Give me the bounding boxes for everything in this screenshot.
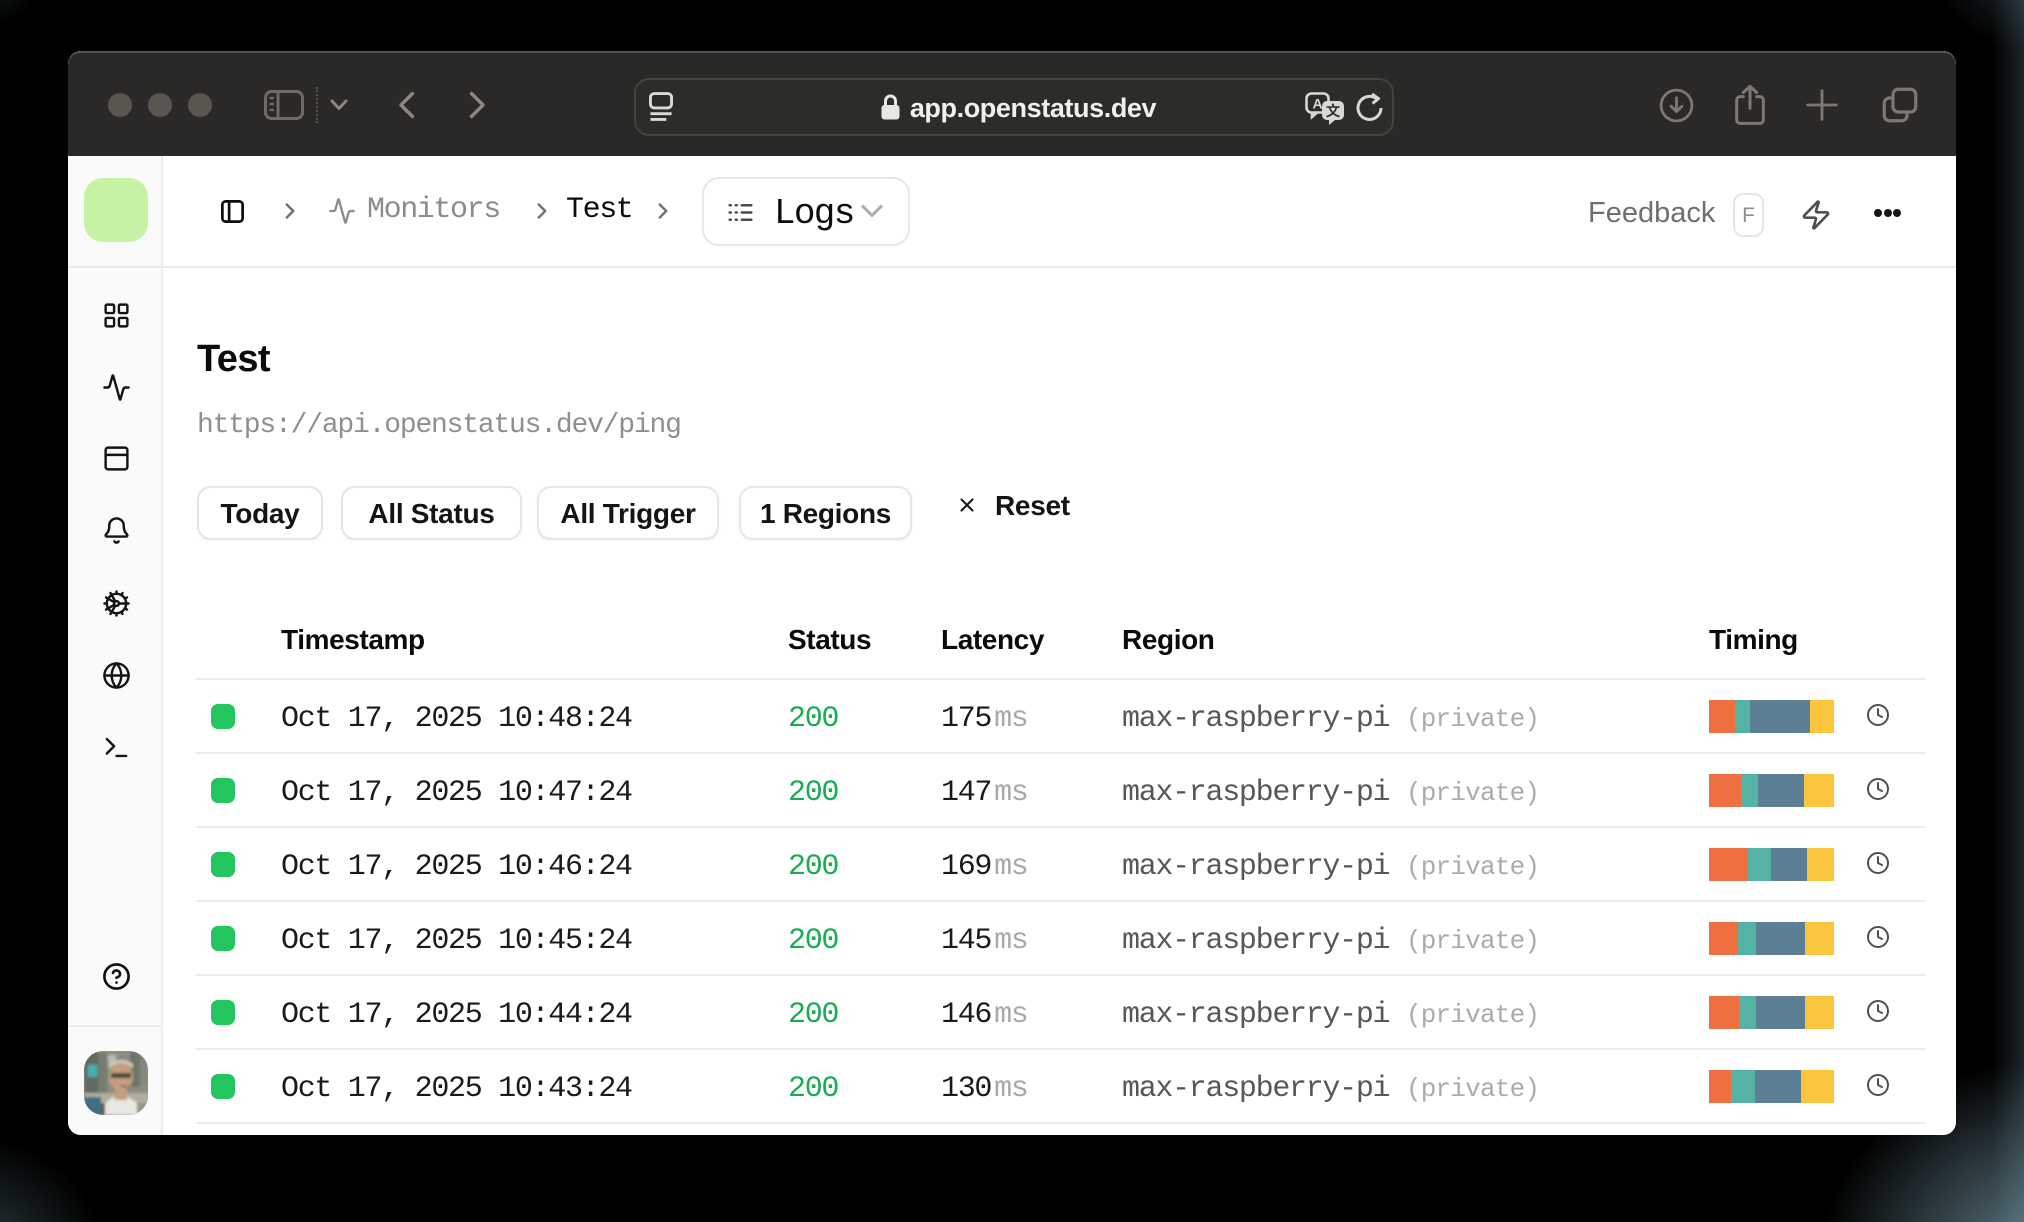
svg-text:文: 文 — [1326, 103, 1341, 119]
svg-text:A: A — [1312, 96, 1322, 112]
